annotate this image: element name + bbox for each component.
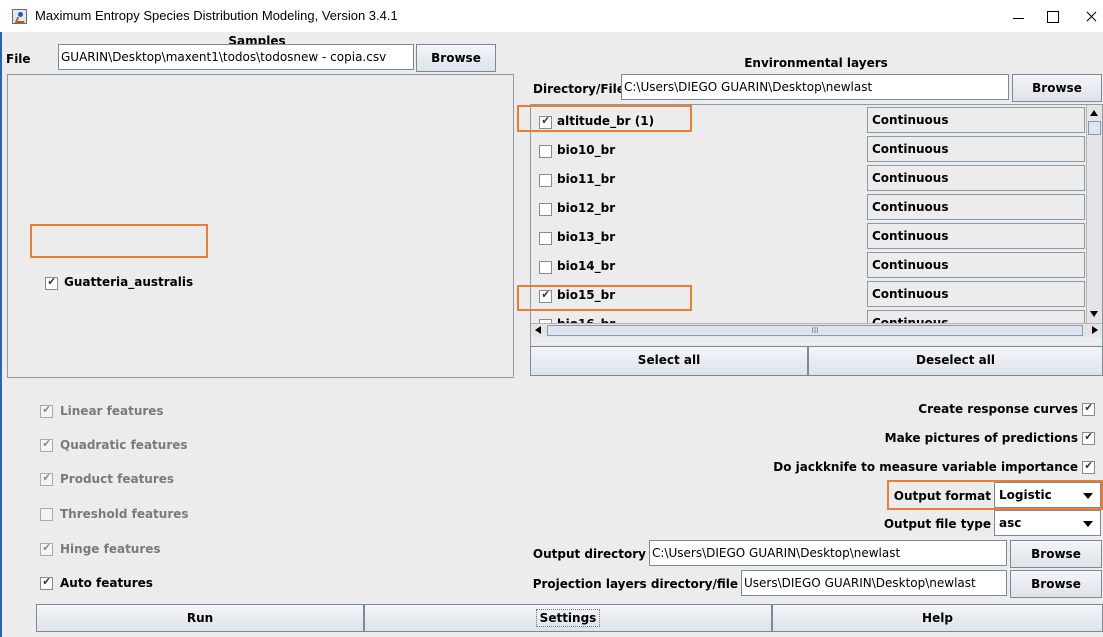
scroll-thumb[interactable]	[1088, 121, 1101, 135]
scroll-up-icon[interactable]	[1090, 110, 1098, 116]
product-features-checkbox[interactable]	[40, 473, 53, 486]
linear-features-checkbox[interactable]	[40, 405, 53, 418]
jackknife-label: Do jackknife to measure variable importa…	[773, 460, 1078, 474]
response-curves-checkbox[interactable]	[1082, 403, 1095, 416]
scroll-left-icon[interactable]	[535, 326, 541, 334]
projection-browse-button[interactable]: Browse	[1010, 570, 1102, 598]
layer-label-bio11[interactable]: bio11_br	[557, 172, 615, 186]
layer-label-bio14[interactable]: bio14_br	[557, 259, 615, 273]
maximize-icon[interactable]	[1035, 0, 1081, 32]
output-directory-browse-button[interactable]: Browse	[1010, 540, 1102, 568]
hscroll-thumb[interactable]: III	[547, 325, 1083, 336]
layer-label-bio10[interactable]: bio10_br	[557, 143, 615, 157]
quadratic-features-label: Quadratic features	[60, 438, 188, 452]
samples-file-input[interactable]: GUARIN\Desktop\maxent1\todos\todosnew - …	[58, 44, 414, 70]
layers-horizontal-scrollbar[interactable]: III	[531, 323, 1102, 337]
threshold-features-label: Threshold features	[60, 507, 189, 521]
scroll-right-icon[interactable]	[1092, 326, 1098, 334]
species-label[interactable]: Guatteria_australis	[64, 275, 193, 289]
layer-label-bio13[interactable]: bio13_br	[557, 230, 615, 244]
layer-checkbox-bio13[interactable]	[539, 232, 552, 245]
auto-features-checkbox[interactable]	[40, 577, 53, 590]
samples-file-value: GUARIN\Desktop\maxent1\todos\todosnew - …	[61, 50, 387, 64]
scroll-down-icon[interactable]	[1090, 311, 1098, 317]
layer-row-partial: bio16_br Continuous	[531, 310, 1085, 323]
hinge-features-label: Hinge features	[60, 542, 161, 556]
layer-type-bio11[interactable]: Continuous	[867, 165, 1085, 191]
layer-type-altitude[interactable]: Continuous	[867, 107, 1085, 133]
projection-input[interactable]: Users\DIEGO GUARIN\Desktop\newlast	[741, 570, 1007, 596]
layer-checkbox-bio12[interactable]	[539, 203, 552, 216]
settings-label: Settings	[535, 609, 601, 627]
altitude-highlight-box	[517, 105, 692, 132]
layer-type-bio16[interactable]: Continuous	[867, 310, 1085, 323]
layer-checkbox-bio14[interactable]	[539, 261, 552, 274]
species-highlight-box	[30, 224, 208, 258]
hinge-features-checkbox[interactable]	[40, 543, 53, 556]
jackknife-checkbox[interactable]	[1082, 461, 1095, 474]
layers-vertical-scrollbar[interactable]	[1086, 105, 1102, 323]
layer-checkbox-bio10[interactable]	[539, 145, 552, 158]
projection-label: Projection layers directory/file	[532, 577, 738, 591]
output-file-type-value: asc	[999, 516, 1022, 530]
window-title: Maximum Entropy Species Distribution Mod…	[35, 8, 398, 23]
title-bar[interactable]: Maximum Entropy Species Distribution Mod…	[0, 0, 1103, 32]
env-heading: Environmental layers	[744, 56, 888, 70]
deselect-all-button[interactable]: Deselect all	[808, 346, 1103, 376]
samples-browse-button[interactable]: Browse	[416, 44, 496, 72]
pictures-checkbox[interactable]	[1082, 432, 1095, 445]
response-curves-label: Create response curves	[918, 402, 1078, 416]
auto-features-label: Auto features	[60, 576, 153, 590]
output-directory-label: Output directory	[532, 547, 646, 561]
output-file-type-select[interactable]: asc	[994, 510, 1101, 536]
env-browse-button[interactable]: Browse	[1012, 74, 1102, 102]
layer-checkbox-bio11[interactable]	[539, 174, 552, 187]
java-app-icon	[12, 9, 27, 24]
close-icon[interactable]	[1080, 0, 1103, 32]
layer-type-bio13[interactable]: Continuous	[867, 223, 1085, 249]
layer-type-bio10[interactable]: Continuous	[867, 136, 1085, 162]
layer-type-bio15[interactable]: Continuous	[867, 281, 1085, 307]
layer-type-bio12[interactable]: Continuous	[867, 194, 1085, 220]
threshold-features-checkbox[interactable]	[40, 508, 53, 521]
env-dir-input[interactable]: C:\Users\DIEGO GUARIN\Desktop\newlast	[621, 74, 1009, 100]
samples-file-label: File	[6, 52, 31, 66]
chevron-down-icon[interactable]	[1076, 511, 1100, 535]
output-directory-input[interactable]: C:\Users\DIEGO GUARIN\Desktop\newlast	[649, 540, 1007, 566]
select-all-button[interactable]: Select all	[530, 346, 808, 376]
env-layers-table: altitude_br (1) Continuous bio10_br Cont…	[530, 104, 1103, 372]
pictures-label: Make pictures of predictions	[884, 431, 1078, 445]
env-dir-label: Directory/File	[533, 82, 625, 96]
help-button[interactable]: Help	[772, 604, 1103, 632]
output-file-type-label: Output file type	[883, 517, 991, 531]
layer-type-bio14[interactable]: Continuous	[867, 252, 1085, 278]
quadratic-features-checkbox[interactable]	[40, 439, 53, 452]
linear-features-label: Linear features	[60, 404, 164, 418]
species-checkbox[interactable]	[45, 277, 58, 290]
main-content: Samples File GUARIN\Desktop\maxent1\todo…	[2, 32, 1103, 637]
bio15-highlight-box	[517, 285, 692, 311]
product-features-label: Product features	[60, 472, 175, 486]
layer-label-bio12[interactable]: bio12_br	[557, 201, 615, 215]
output-format-highlight-box	[887, 480, 1103, 510]
settings-button[interactable]: Settings	[364, 604, 772, 632]
run-button[interactable]: Run	[36, 604, 364, 632]
